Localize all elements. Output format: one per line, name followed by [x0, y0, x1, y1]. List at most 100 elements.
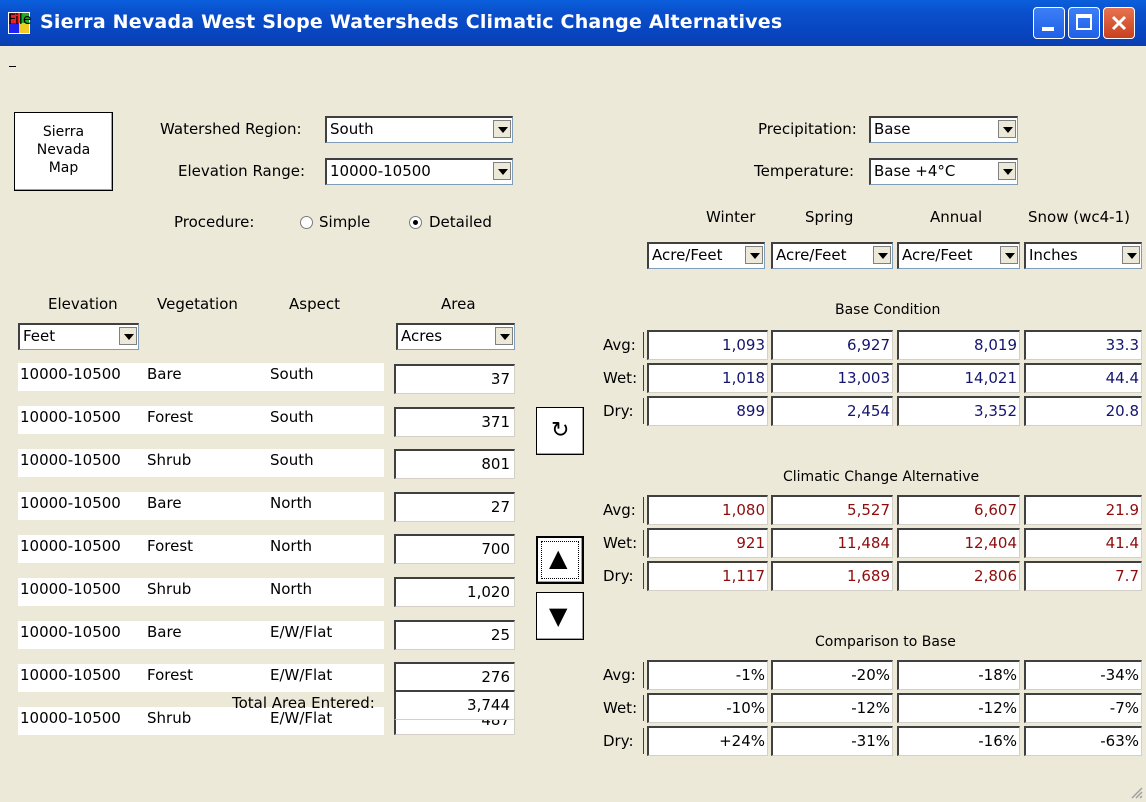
- row-label-divider: [643, 662, 644, 688]
- table-row: 10000-10500 Forest North: [18, 535, 384, 563]
- close-button[interactable]: [1103, 7, 1135, 39]
- precipitation-label: Precipitation:: [758, 120, 857, 138]
- temperature-label: Temperature:: [754, 162, 855, 180]
- table-row: 10000-10500 Shrub North: [18, 578, 384, 606]
- row-vegetation: Shrub: [147, 580, 192, 598]
- spring-unit-value: Acre/Feet: [776, 246, 847, 264]
- comparison-value-cell: -12%: [771, 693, 893, 723]
- elevation-range-label: Elevation Range:: [178, 162, 306, 180]
- row-label-divider: [643, 398, 644, 424]
- chevron-down-icon[interactable]: [493, 162, 511, 180]
- procedure-label: Procedure:: [174, 213, 255, 231]
- area-input[interactable]: 37: [394, 364, 515, 394]
- snow-unit-select[interactable]: Inches: [1024, 242, 1142, 269]
- alternative-value-cell: 1,689: [771, 561, 893, 591]
- map-button-line2: Nevada: [36, 142, 91, 158]
- table-row: 10000-10500 Forest South: [18, 406, 384, 434]
- area-input[interactable]: 27: [394, 491, 515, 522]
- minimize-button[interactable]: [1033, 7, 1065, 39]
- area-input[interactable]: 801: [394, 449, 515, 480]
- row-aspect: E/W/Flat: [270, 623, 333, 641]
- row-elevation: 10000-10500: [20, 709, 121, 727]
- row-vegetation: Forest: [147, 408, 194, 426]
- row-label-divider: [643, 728, 644, 754]
- chevron-down-icon[interactable]: [745, 246, 763, 264]
- radio-detailed[interactable]: [409, 216, 422, 229]
- alternative-row-label: Avg:: [603, 501, 636, 519]
- radio-simple[interactable]: [300, 216, 313, 229]
- elevation-range-select[interactable]: 10000-10500: [325, 158, 513, 185]
- alternative-value-cell: 2,806: [897, 561, 1020, 591]
- winter-header: Winter: [706, 208, 756, 226]
- chevron-down-icon[interactable]: [119, 327, 137, 345]
- resize-grip-icon[interactable]: [1128, 784, 1144, 800]
- precipitation-select[interactable]: Base: [869, 116, 1018, 143]
- comparison-value-cell: -20%: [771, 660, 893, 690]
- base-value-cell: 20.8: [1024, 396, 1142, 426]
- row-elevation: 10000-10500: [20, 580, 121, 598]
- row-aspect: North: [270, 494, 312, 512]
- annual-unit-select[interactable]: Acre/Feet: [897, 242, 1020, 269]
- area-input[interactable]: 700: [394, 534, 515, 565]
- move-up-button[interactable]: ▲: [536, 536, 584, 584]
- table-row: 10000-10500 Forest E/W/Flat: [18, 664, 384, 692]
- chevron-down-icon[interactable]: [1000, 246, 1018, 264]
- elevation-header: Elevation: [48, 295, 118, 313]
- spring-header: Spring: [805, 208, 854, 226]
- temperature-select[interactable]: Base +4°C: [869, 158, 1018, 185]
- winter-unit-select[interactable]: Acre/Feet: [647, 242, 765, 269]
- area-input[interactable]: 276: [394, 662, 515, 693]
- row-aspect: North: [270, 537, 312, 555]
- chevron-down-icon[interactable]: [493, 120, 511, 138]
- precipitation-value: Base: [874, 120, 911, 138]
- area-input[interactable]: 371: [394, 406, 515, 437]
- row-vegetation: Shrub: [147, 451, 192, 469]
- down-arrow-icon: ▼: [549, 602, 568, 630]
- watershed-region-select[interactable]: South: [325, 116, 513, 143]
- chevron-down-icon[interactable]: [495, 327, 513, 345]
- row-elevation: 10000-10500: [20, 408, 121, 426]
- close-icon: [1111, 15, 1127, 31]
- chevron-down-icon[interactable]: [998, 162, 1016, 180]
- radio-simple-label[interactable]: Simple: [319, 213, 370, 231]
- menu-file[interactable]: File: [8, 12, 31, 28]
- alternative-value-cell: 12,404: [897, 528, 1020, 558]
- base-row-label: Wet:: [603, 369, 638, 387]
- maximize-button[interactable]: [1068, 7, 1100, 39]
- row-elevation: 10000-10500: [20, 365, 121, 383]
- base-value-cell: 14,021: [897, 363, 1020, 393]
- sierra-nevada-map-button[interactable]: Sierra Nevada Map: [14, 112, 113, 191]
- area-unit-value: Acres: [401, 327, 443, 345]
- map-button-line3: Map: [48, 160, 79, 176]
- aspect-header: Aspect: [289, 295, 340, 313]
- row-aspect: E/W/Flat: [270, 666, 333, 684]
- comparison-value-cell: -10%: [647, 693, 768, 723]
- annual-unit-value: Acre/Feet: [902, 246, 973, 264]
- area-input[interactable]: 25: [394, 619, 515, 650]
- comparison-value-cell: -1%: [647, 660, 768, 690]
- row-label-divider: [643, 332, 644, 358]
- chevron-down-icon[interactable]: [873, 246, 891, 264]
- row-aspect: South: [270, 365, 314, 383]
- snow-unit-value: Inches: [1029, 246, 1078, 264]
- alternative-value-cell: 41.4: [1024, 528, 1142, 558]
- alternative-row-label: Dry:: [603, 567, 634, 585]
- comparison-value-cell: -7%: [1024, 693, 1142, 723]
- refresh-button[interactable]: ↻: [536, 407, 584, 455]
- menu-file-underline: [9, 66, 16, 67]
- base-value-cell: 44.4: [1024, 363, 1142, 393]
- window-title: Sierra Nevada West Slope Watersheds Clim…: [40, 11, 783, 33]
- area-input[interactable]: 1,020: [394, 577, 515, 607]
- base-section-title: Base Condition: [835, 302, 941, 318]
- move-down-button[interactable]: ▼: [536, 592, 584, 640]
- radio-detailed-label[interactable]: Detailed: [429, 213, 492, 231]
- comparison-value-cell: -18%: [897, 660, 1020, 690]
- area-unit-select[interactable]: Acres: [396, 323, 515, 350]
- row-vegetation: Shrub: [147, 709, 192, 727]
- elevation-unit-select[interactable]: Feet: [18, 323, 139, 350]
- spring-unit-select[interactable]: Acre/Feet: [771, 242, 893, 269]
- row-elevation: 10000-10500: [20, 666, 121, 684]
- chevron-down-icon[interactable]: [998, 120, 1016, 138]
- row-aspect: South: [270, 408, 314, 426]
- chevron-down-icon[interactable]: [1122, 246, 1140, 264]
